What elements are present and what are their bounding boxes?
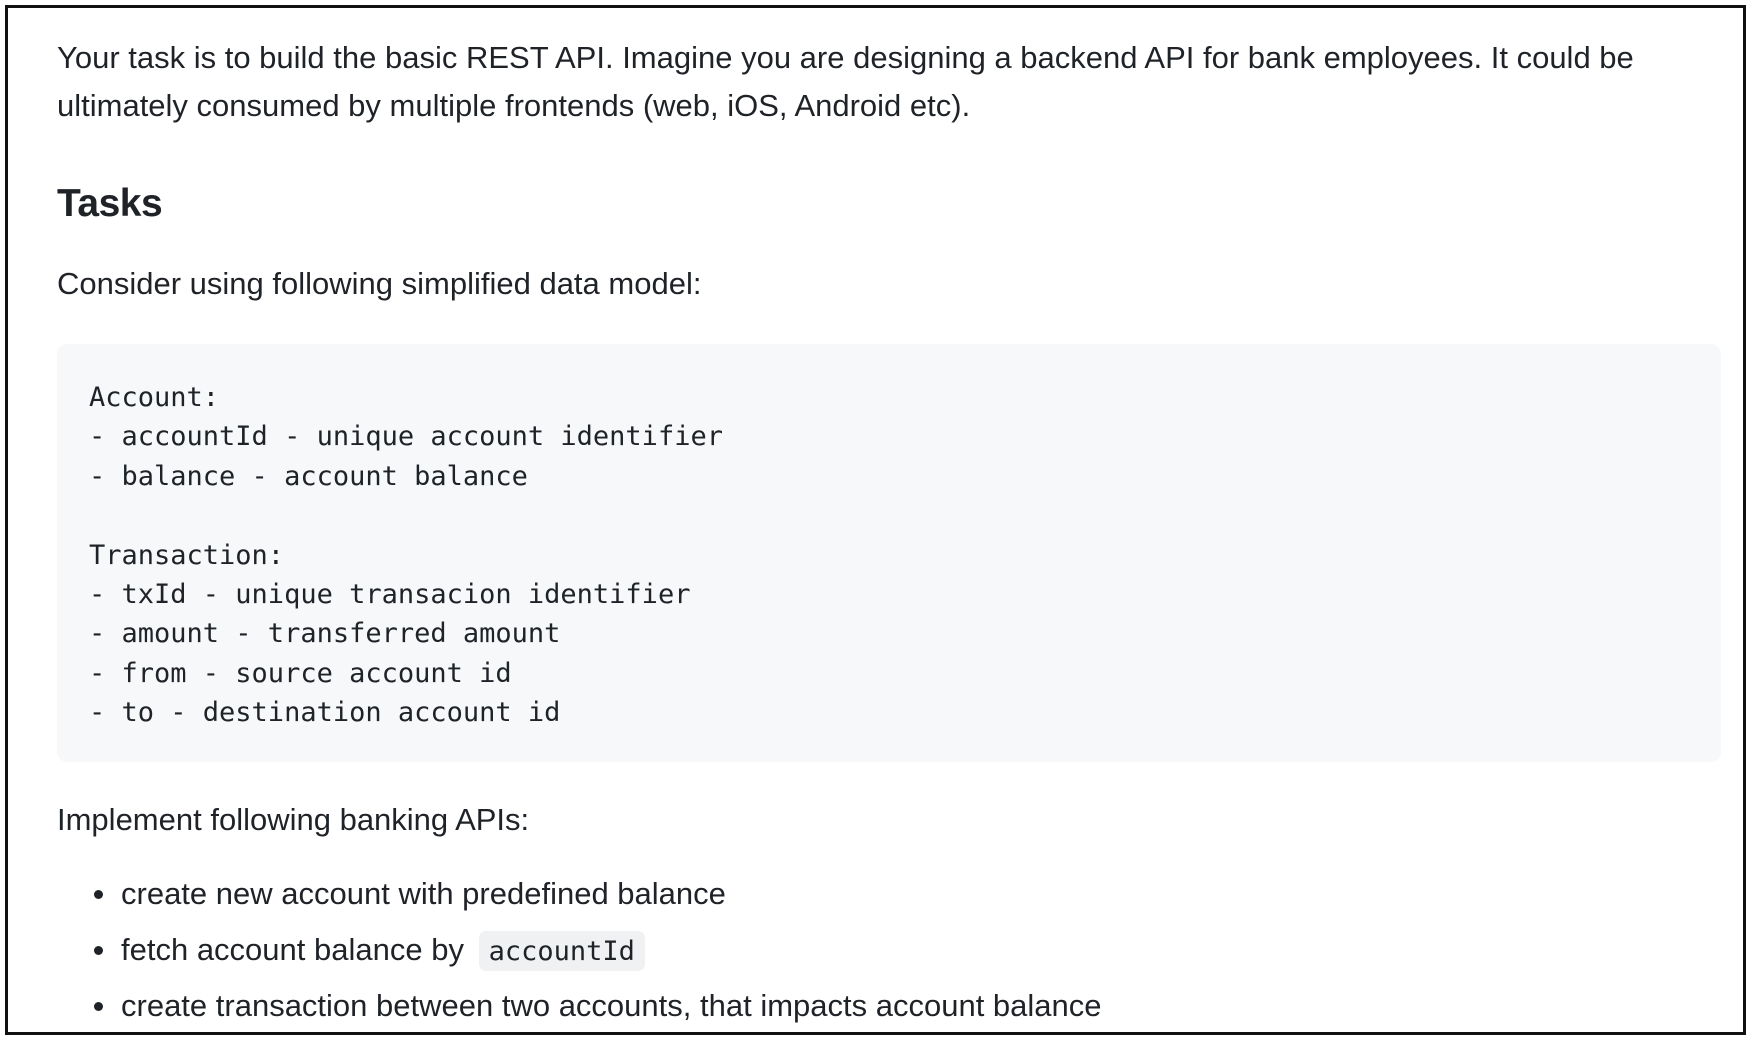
data-model-code-block: Account: - accountId - unique account id… — [57, 344, 1721, 762]
code-line: - balance - account balance — [89, 460, 528, 492]
bullet-icon — [94, 890, 103, 899]
code-line: - txId - unique transacion identifier — [89, 578, 691, 610]
list-item-text: create new account with predefined balan… — [121, 876, 726, 911]
tasks-heading: Tasks — [57, 182, 163, 225]
code-line: Account: — [89, 382, 220, 413]
code-line: - accountId - unique account identifier — [89, 421, 723, 453]
list-item: create new account with predefined balan… — [57, 872, 1721, 916]
code-line: - to - destination account id — [89, 697, 561, 729]
code-line: - from - source account id — [89, 657, 512, 689]
intro-paragraph: Your task is to build the basic REST API… — [57, 40, 1634, 123]
list-item-text: create transaction between two accounts,… — [121, 988, 1102, 1023]
api-list: create new account with predefined balan… — [57, 872, 1721, 1028]
data-model-intro: Consider using following simplified data… — [57, 266, 702, 301]
bullet-icon — [94, 946, 103, 955]
code-line: - amount - transferred amount — [89, 618, 561, 650]
list-item: create transaction between two accounts,… — [57, 984, 1721, 1028]
document-content: Your task is to build the basic REST API… — [57, 8, 1721, 1032]
inline-code: accountId — [478, 931, 645, 971]
list-item: fetch account balance by accountId — [57, 928, 1721, 972]
code-line: Transaction: — [89, 539, 285, 571]
list-item-text: fetch account balance by — [121, 932, 464, 967]
document-frame: Your task is to build the basic REST API… — [5, 5, 1746, 1035]
bullet-icon — [94, 1002, 103, 1011]
apis-intro: Implement following banking APIs: — [57, 802, 530, 837]
